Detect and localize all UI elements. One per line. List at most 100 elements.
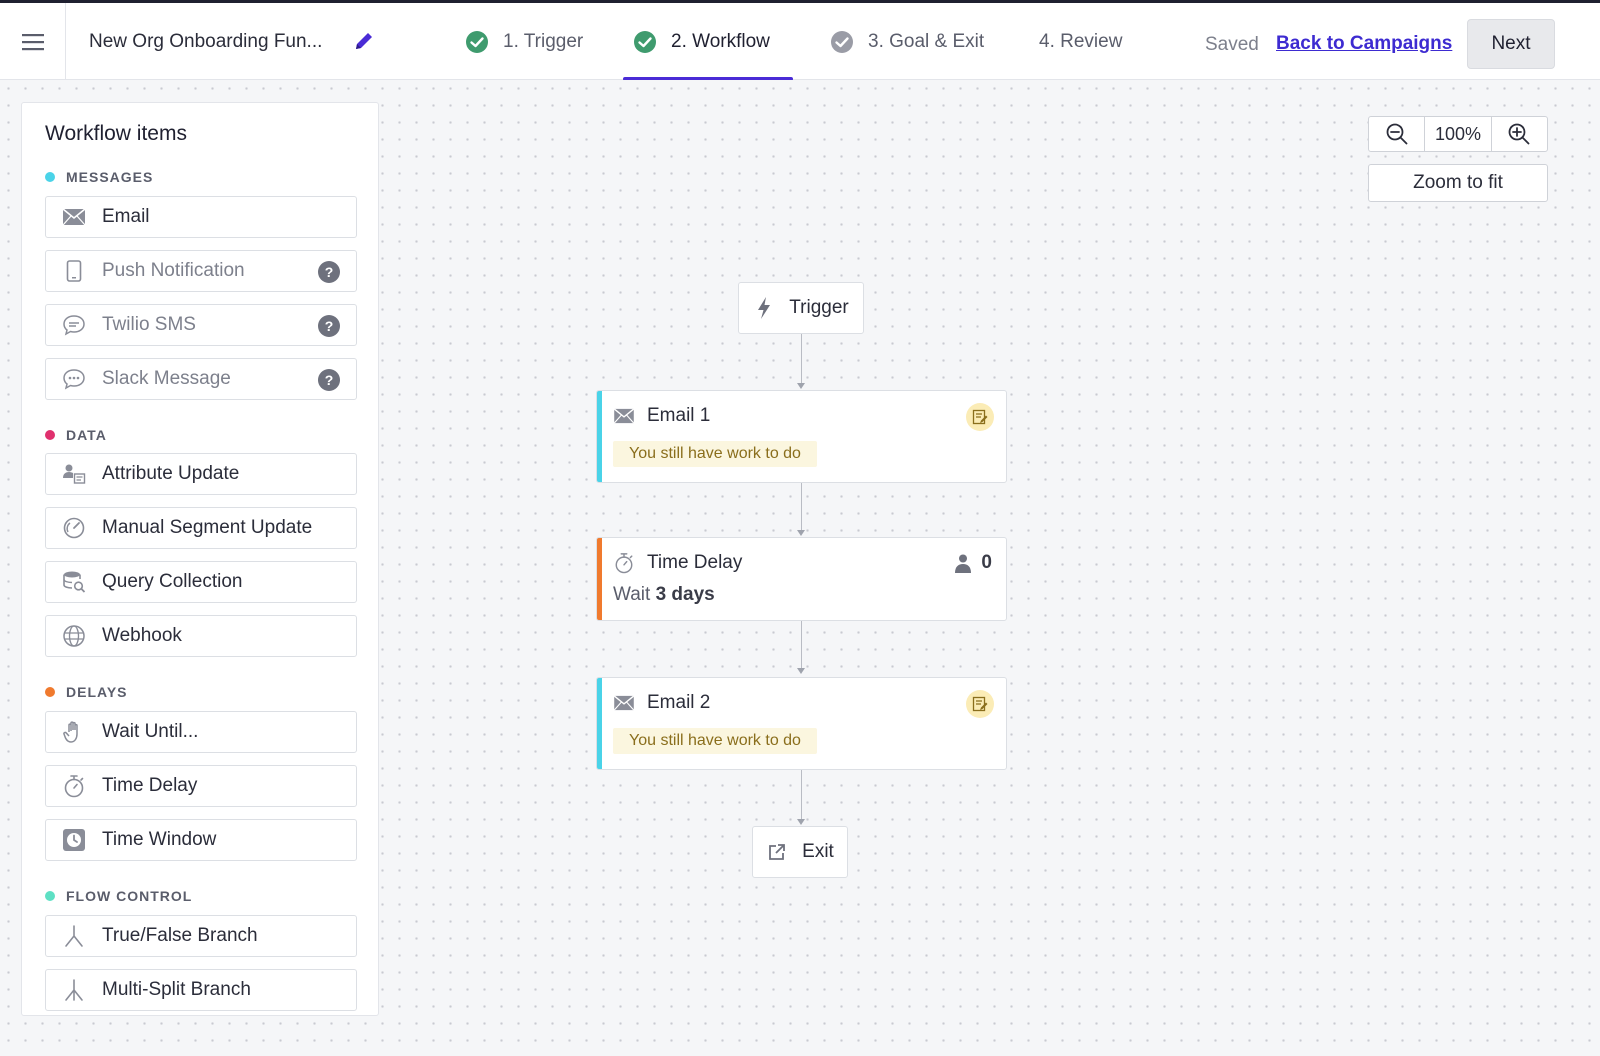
envelope-icon (613, 405, 635, 427)
item-push-notification[interactable]: Push Notification ? (45, 250, 357, 292)
item-twilio-sms[interactable]: Twilio SMS ? (45, 304, 357, 346)
step-goal-exit-label: 3. Goal & Exit (868, 30, 985, 52)
item-time-delay[interactable]: Time Delay (45, 765, 357, 807)
exit-node[interactable]: Exit (752, 826, 848, 878)
step-workflow[interactable]: 2. Workflow (633, 3, 770, 80)
item-multi-split-branch[interactable]: Multi-Split Branch (45, 969, 357, 1011)
item-label: Wait Until... (102, 721, 199, 742)
step-goal-exit[interactable]: 3. Goal & Exit (830, 3, 984, 80)
work-remaining-badge: You still have work to do (613, 441, 817, 467)
step-trigger-label: 1. Trigger (503, 30, 584, 52)
edit-name-button[interactable] (352, 29, 378, 55)
zoom-in-button[interactable] (1492, 117, 1547, 151)
back-to-campaigns-link[interactable]: Back to Campaigns (1276, 33, 1452, 55)
section-dot (45, 891, 55, 901)
globe-icon (62, 624, 86, 648)
delay-value: 3 days (655, 584, 715, 605)
item-label: Manual Segment Update (102, 517, 313, 538)
item-label: Multi-Split Branch (102, 979, 251, 1000)
connector-arrow (797, 819, 805, 825)
node-title: Email 1 (613, 405, 710, 427)
help-icon[interactable]: ? (318, 369, 340, 391)
top-bar: New Org Onboarding Fun... 1. Trigger 2. … (0, 0, 1600, 81)
item-label: Webhook (102, 625, 182, 646)
item-webhook[interactable]: Webhook (45, 615, 357, 657)
section-label: DELAYS (66, 684, 128, 700)
node-title-text: Email 2 (647, 692, 711, 713)
envelope-icon (62, 205, 86, 229)
pencil-icon (356, 33, 372, 49)
item-true-false-branch[interactable]: True/False Branch (45, 915, 357, 957)
check-circle-icon (634, 30, 656, 53)
item-label: Time Window (102, 829, 217, 850)
database-search-icon (62, 570, 86, 594)
section-data: DATA (45, 427, 107, 443)
step-review[interactable]: 4. Review (1039, 3, 1122, 80)
zoom-out-icon (1386, 123, 1408, 145)
branch-two-icon (62, 924, 86, 948)
connector-arrow (797, 383, 805, 389)
clock-square-icon (62, 828, 86, 852)
item-label: Twilio SMS (102, 314, 196, 335)
segment-gauge-icon (62, 516, 86, 540)
chat-bubble-icon (62, 313, 86, 337)
hamburger-icon (21, 33, 44, 50)
workflow-items-sidebar: Workflow items MESSAGES Email Push Notif… (21, 102, 379, 1016)
help-icon[interactable]: ? (318, 261, 340, 283)
person-icon (955, 554, 972, 573)
item-query-collection[interactable]: Query Collection (45, 561, 357, 603)
section-dot (45, 430, 55, 440)
section-dot (45, 172, 55, 182)
section-label: MESSAGES (66, 169, 154, 185)
connector-line (801, 334, 802, 384)
item-label: Query Collection (102, 571, 243, 592)
node-title-text: Time Delay (647, 552, 743, 573)
item-label: Push Notification (102, 260, 245, 281)
item-label: Time Delay (102, 775, 198, 796)
zoom-out-button[interactable] (1369, 117, 1424, 151)
trigger-label: Trigger (789, 297, 849, 318)
step-trigger[interactable]: 1. Trigger (465, 3, 583, 80)
item-attribute-update[interactable]: Attribute Update (45, 453, 357, 495)
item-slack-message[interactable]: Slack Message ? (45, 358, 357, 400)
lightning-icon (753, 297, 775, 319)
help-icon[interactable]: ? (318, 315, 340, 337)
work-remaining-badge: You still have work to do (613, 728, 817, 754)
step-review-label: 4. Review (1039, 30, 1123, 52)
stopwatch-icon (62, 774, 86, 798)
zoom-to-fit-button[interactable]: Zoom to fit (1368, 164, 1548, 202)
zoom-controls: 100% (1368, 116, 1548, 152)
item-email[interactable]: Email (45, 196, 357, 238)
delay-prefix: Wait (613, 584, 651, 605)
section-messages: MESSAGES (45, 169, 153, 185)
node-accent-bar (597, 538, 602, 620)
branch-three-icon (62, 978, 86, 1002)
connector-line (801, 483, 802, 531)
zoom-in-icon (1508, 123, 1530, 145)
time-delay-node[interactable]: Time Delay 0 Wait 3 days (596, 537, 1007, 621)
item-manual-segment-update[interactable]: Manual Segment Update (45, 507, 357, 549)
node-accent-bar (597, 391, 602, 482)
section-label: FLOW CONTROL (66, 888, 193, 904)
delay-description: Wait 3 days (613, 584, 715, 606)
item-time-window[interactable]: Time Window (45, 819, 357, 861)
people-count-value: 0 (981, 552, 992, 573)
exit-label: Exit (802, 841, 834, 862)
campaign-name: New Org Onboarding Fun... (89, 31, 323, 52)
section-delays: DELAYS (45, 684, 128, 700)
email-2-node[interactable]: Email 2 You still have work to do (596, 677, 1007, 770)
hamburger-menu-button[interactable] (0, 3, 66, 80)
next-button[interactable]: Next (1467, 19, 1555, 69)
external-link-icon (766, 841, 788, 863)
item-label: Attribute Update (102, 463, 240, 484)
note-edit-icon (966, 403, 994, 431)
node-accent-bar (597, 678, 602, 769)
email-1-node[interactable]: Email 1 You still have work to do (596, 390, 1007, 483)
people-count: 0 (953, 552, 992, 574)
chat-dots-icon (62, 367, 86, 391)
connector-line (801, 621, 802, 669)
section-dot (45, 687, 55, 697)
item-wait-until[interactable]: Wait Until... (45, 711, 357, 753)
trigger-node[interactable]: Trigger (738, 282, 864, 334)
sidebar-title: Workflow items (45, 122, 187, 145)
